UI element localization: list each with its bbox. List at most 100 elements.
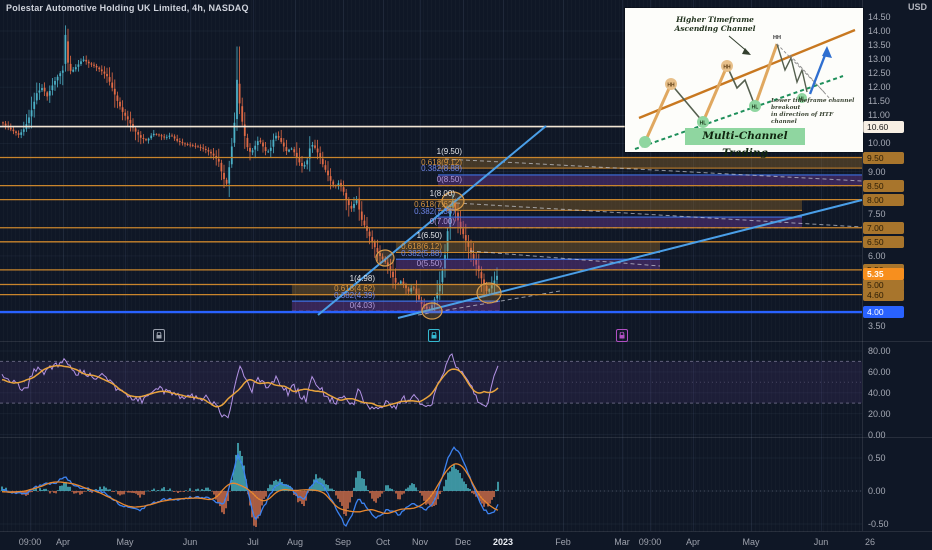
macd-histogram-bar xyxy=(467,488,469,491)
macd-histogram-bar xyxy=(443,486,445,491)
candle-body xyxy=(33,101,36,109)
macd-histogram-bar xyxy=(33,489,35,491)
macd-histogram-bar xyxy=(59,485,61,491)
htf-pointer-arrowhead xyxy=(742,48,751,55)
macd-histogram-bar xyxy=(231,479,233,491)
event-marker-icon[interactable] xyxy=(616,329,628,342)
candle-body xyxy=(54,80,56,85)
macd-histogram-bar xyxy=(493,491,495,498)
time-tick-label[interactable]: Aug xyxy=(287,537,303,547)
time-tick-label[interactable]: Feb xyxy=(555,537,571,547)
macd-histogram-bar xyxy=(497,481,499,491)
time-tick-label[interactable]: Jun xyxy=(814,537,829,547)
candle-body xyxy=(74,67,77,70)
time-tick-label[interactable]: May xyxy=(742,537,759,547)
macd-histogram-bar xyxy=(469,488,471,491)
time-tick-label[interactable]: Jun xyxy=(183,537,198,547)
macd-histogram-bar xyxy=(61,485,63,491)
candle-body xyxy=(113,88,116,95)
multi-channel-trading-inset[interactable]: HL HL HL HH HH HH Higher Timeframe Ascen… xyxy=(625,8,863,159)
macd-histogram-bar xyxy=(337,491,339,499)
rsi-tick-label: 40.00 xyxy=(868,387,891,398)
fib-level-price-label: 8.50 xyxy=(863,179,904,192)
time-tick-label[interactable]: Sep xyxy=(335,537,351,547)
candle-body xyxy=(259,140,262,142)
candle-body xyxy=(345,192,348,200)
macd-histogram-bar xyxy=(393,490,395,492)
candle-body xyxy=(87,61,90,64)
fib-purple-band xyxy=(438,217,802,228)
time-tick-label[interactable]: May xyxy=(116,537,133,547)
time-tick-label[interactable]: Apr xyxy=(686,537,700,547)
candle-body xyxy=(126,116,129,120)
macd-histogram-bar xyxy=(423,491,425,501)
candle-body xyxy=(98,67,101,70)
time-tick-label[interactable]: 26 xyxy=(865,537,875,547)
macd-histogram-bar xyxy=(317,478,319,491)
price-tick-label: 12.50 xyxy=(868,68,891,79)
time-tick-label[interactable]: 09:00 xyxy=(639,537,662,547)
symbol-title[interactable]: Polestar Automotive Holding UK Limited, … xyxy=(6,3,249,13)
candle-body xyxy=(368,231,371,237)
candle-body xyxy=(191,145,194,147)
macd-histogram-bar xyxy=(155,490,157,492)
fib-level-label: 0.382(4.39) xyxy=(334,290,375,300)
candle-body xyxy=(181,142,184,144)
currency-label: USD xyxy=(907,2,927,12)
macd-histogram-bar xyxy=(363,478,365,491)
macd-histogram-bar xyxy=(189,488,191,491)
time-tick-label[interactable]: 09:00 xyxy=(19,537,42,547)
candle-body xyxy=(48,90,51,96)
rsi-tick-label: 0.00 xyxy=(868,429,886,440)
circle-highlight-drawing[interactable] xyxy=(375,249,395,267)
event-marker-icon[interactable] xyxy=(428,329,440,342)
inset-title: Multi-Channel Trading xyxy=(685,128,805,159)
macd-histogram-bar xyxy=(257,491,259,519)
event-marker-icon[interactable] xyxy=(153,329,165,342)
candle-body xyxy=(173,136,176,139)
price-tick-label: 11.50 xyxy=(868,96,890,107)
macd-histogram-bar xyxy=(167,489,169,491)
macd-histogram-bar xyxy=(45,488,47,491)
time-tick-label[interactable]: Mar xyxy=(614,537,630,547)
time-tick-label[interactable]: Dec xyxy=(455,537,471,547)
candle-body xyxy=(295,152,298,158)
macd-histogram-bar xyxy=(379,491,381,497)
macd-histogram-bar xyxy=(427,491,429,504)
macd-histogram-bar xyxy=(113,491,115,492)
macd-histogram-bar xyxy=(67,486,69,491)
price-tick-label: 14.50 xyxy=(868,12,891,22)
fib-purple-band xyxy=(438,174,862,186)
candle-body xyxy=(137,132,140,135)
macd-histogram-bar xyxy=(207,487,209,491)
time-tick-label[interactable]: Nov xyxy=(412,537,428,547)
macd-histogram-bar xyxy=(105,487,107,491)
circle-highlight-drawing[interactable] xyxy=(421,302,443,320)
macd-histogram-bar xyxy=(355,477,357,491)
macd-histogram-bar xyxy=(187,491,189,492)
candle-body xyxy=(80,61,82,64)
candle-body xyxy=(15,131,17,133)
candle-body xyxy=(332,181,335,185)
time-tick-label[interactable]: Apr xyxy=(56,537,70,547)
macd-histogram-bar xyxy=(101,489,103,491)
macd-pane xyxy=(0,442,862,528)
candle-body xyxy=(241,106,244,122)
circle-highlight-drawing[interactable] xyxy=(476,282,502,304)
candle-body xyxy=(217,159,220,162)
macd-histogram-bar xyxy=(193,491,195,492)
rsi-tick-label: 80.00 xyxy=(868,345,891,356)
price-tick-label: 7.50 xyxy=(868,208,886,219)
candle-body xyxy=(121,107,124,112)
candle-body xyxy=(103,71,106,74)
candle-body xyxy=(249,147,251,152)
macd-histogram-bar xyxy=(261,491,263,506)
fib-level-price-label: 8.00 xyxy=(863,193,904,206)
time-tick-label[interactable]: Oct xyxy=(376,537,390,547)
price-tick-label: 6.00 xyxy=(868,250,886,261)
time-tick-label[interactable]: 2023 xyxy=(493,537,513,547)
macd-histogram-bar xyxy=(139,491,141,498)
candle-body xyxy=(212,153,215,156)
macd-histogram-bar xyxy=(53,491,55,493)
time-tick-label[interactable]: Jul xyxy=(247,537,259,547)
